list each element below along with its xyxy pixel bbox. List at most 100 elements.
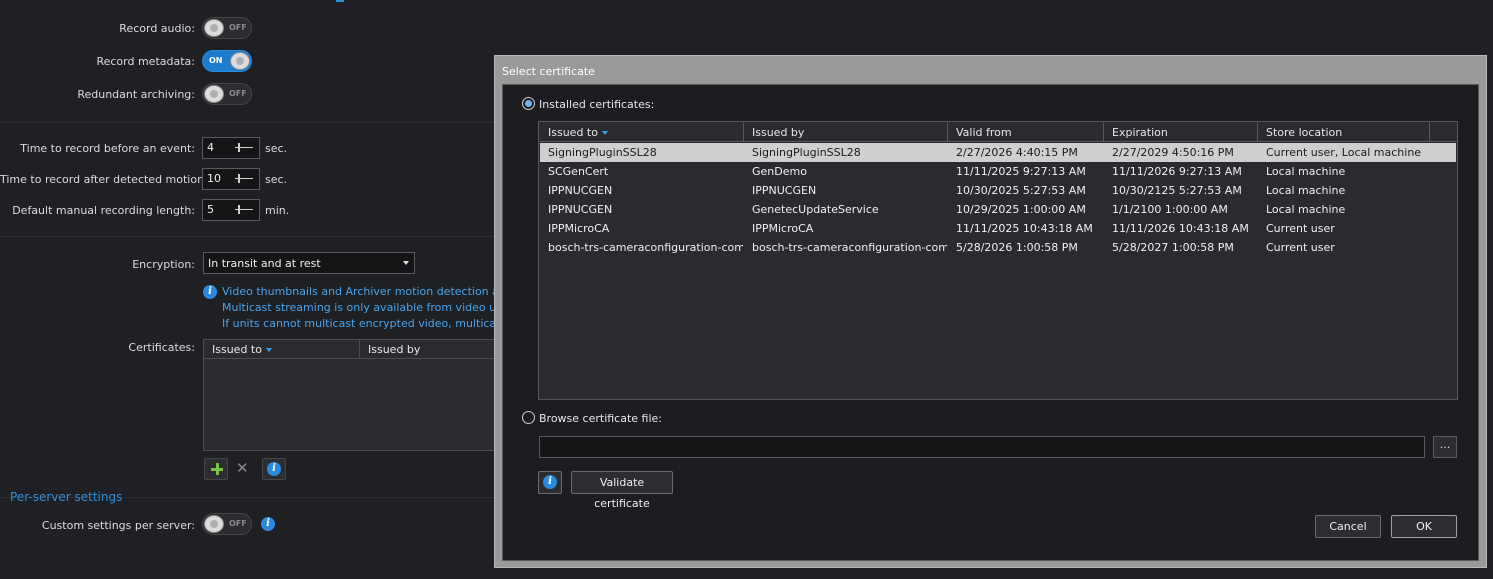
column-header-issued-by[interactable]: Issued by xyxy=(752,126,804,139)
cell-issued-by: GenetecUpdateService xyxy=(752,203,879,216)
certificate-info-button[interactable]: i xyxy=(262,458,286,480)
installed-certificates-radio[interactable] xyxy=(522,97,535,110)
table-row[interactable]: IPPNUCGEN GenetecUpdateService 10/29/202… xyxy=(540,200,1456,219)
cell-valid-from: 11/11/2025 10:43:18 AM xyxy=(956,222,1093,235)
toggle-knob xyxy=(204,515,224,533)
installed-certificates-grid[interactable]: Issued to Issued by Valid from Expiratio… xyxy=(538,121,1458,400)
table-row[interactable]: IPPMicroCA IPPMicroCA 11/11/2025 10:43:1… xyxy=(540,219,1456,238)
browse-button[interactable]: ... xyxy=(1433,436,1457,458)
cell-issued-by: GenDemo xyxy=(752,165,807,178)
column-header-issued-to[interactable]: Issued to xyxy=(548,126,608,139)
cell-valid-from: 11/11/2025 9:27:13 AM xyxy=(956,165,1086,178)
toggle-state: OFF xyxy=(229,519,247,528)
time-before-event-input[interactable]: 4 xyxy=(202,137,260,159)
manual-length-label: Default manual recording length: xyxy=(12,204,195,217)
cell-issued-to: SigningPluginSSL28 xyxy=(548,146,657,159)
redundant-archiving-toggle[interactable]: OFF xyxy=(202,83,252,105)
plus-icon xyxy=(211,463,223,475)
browse-certificate-radio[interactable] xyxy=(522,411,535,424)
time-after-motion-label: Time to record after detected motion: xyxy=(0,173,208,186)
certificates-grid[interactable]: Issued to Issued by xyxy=(203,339,503,451)
table-row[interactable]: SigningPluginSSL28 SigningPluginSSL28 2/… xyxy=(540,143,1456,162)
cancel-button[interactable]: Cancel xyxy=(1315,515,1381,538)
slider-icon[interactable] xyxy=(235,143,255,153)
column-header-store-location[interactable]: Store location xyxy=(1266,126,1342,139)
cell-expiration: 2/27/2029 4:50:16 PM xyxy=(1112,146,1234,159)
remove-certificate-button[interactable]: ✕ xyxy=(231,458,255,480)
cell-issued-by: IPPMicroCA xyxy=(752,222,814,235)
cell-valid-from: 10/30/2025 5:27:53 AM xyxy=(956,184,1086,197)
unit-label: min. xyxy=(265,204,290,217)
browse-certificate-label[interactable]: Browse certificate file: xyxy=(539,412,662,425)
toggle-knob xyxy=(204,85,224,103)
cell-expiration: 10/30/2125 5:27:53 AM xyxy=(1112,184,1242,197)
column-header-issued-to[interactable]: Issued to xyxy=(212,343,272,356)
column-separator xyxy=(947,122,948,142)
grid-header: Issued to Issued by xyxy=(204,340,502,359)
column-separator xyxy=(1257,122,1258,142)
add-certificate-button[interactable] xyxy=(204,458,228,480)
redundant-archiving-label: Redundant archiving: xyxy=(77,88,195,101)
link-fragment xyxy=(336,0,344,2)
column-separator xyxy=(359,340,360,359)
cell-issued-to: bosch-trs-cameraconfiguration-comn xyxy=(548,241,743,254)
cell-issued-by: IPPNUCGEN xyxy=(752,184,817,197)
help-button[interactable]: i xyxy=(538,471,562,494)
cell-expiration: 11/11/2026 10:43:18 AM xyxy=(1112,222,1249,235)
record-audio-label: Record audio: xyxy=(119,22,195,35)
custom-per-server-toggle[interactable]: OFF xyxy=(202,513,252,535)
ok-button[interactable]: OK xyxy=(1391,515,1457,538)
unit-label: sec. xyxy=(265,173,288,186)
chevron-down-icon xyxy=(403,261,409,265)
info-icon: i xyxy=(543,475,557,489)
cell-store-location: Local machine xyxy=(1266,165,1346,178)
info-line-3: If units cannot multicast encrypted vide… xyxy=(222,317,516,330)
column-header-valid-from[interactable]: Valid from xyxy=(956,126,1012,139)
slider-icon[interactable] xyxy=(235,205,255,215)
encryption-value: In transit and at rest xyxy=(208,257,321,270)
info-icon: i xyxy=(267,462,281,476)
toggle-state: ON xyxy=(209,56,223,65)
validate-certificate-button[interactable]: Validate certificate xyxy=(571,471,673,510)
record-metadata-toggle[interactable]: ON xyxy=(202,50,252,72)
cell-issued-to: SCGenCert xyxy=(548,165,609,178)
dialog-title: Select certificate xyxy=(502,65,595,78)
table-row[interactable]: bosch-trs-cameraconfiguration-comn bosch… xyxy=(540,238,1456,257)
divider xyxy=(0,122,500,123)
column-header-expiration[interactable]: Expiration xyxy=(1112,126,1168,139)
manual-length-input[interactable]: 5 xyxy=(202,199,260,221)
record-audio-toggle[interactable]: OFF xyxy=(202,17,252,39)
info-icon[interactable]: i xyxy=(261,517,275,531)
divider xyxy=(0,236,500,237)
sort-down-icon xyxy=(601,131,608,135)
column-separator xyxy=(743,122,744,142)
time-before-event-value: 4 xyxy=(207,141,214,154)
cell-issued-to: IPPMicroCA xyxy=(548,222,610,235)
grid-header: Issued to Issued by Valid from Expiratio… xyxy=(539,122,1457,142)
cell-valid-from: 2/27/2026 4:40:15 PM xyxy=(956,146,1078,159)
slider-icon[interactable] xyxy=(235,174,255,184)
table-row[interactable]: SCGenCert GenDemo 11/11/2025 9:27:13 AM … xyxy=(540,162,1456,181)
time-after-motion-input[interactable]: 10 xyxy=(202,168,260,190)
cell-issued-to: IPPNUCGEN xyxy=(548,184,613,197)
toggle-knob xyxy=(230,52,250,70)
cell-store-location: Local machine xyxy=(1266,203,1346,216)
sort-down-icon xyxy=(265,348,272,352)
cell-issued-by: bosch-trs-cameraconfiguration-comn xyxy=(752,241,947,254)
certificate-file-input[interactable] xyxy=(539,436,1425,458)
cell-expiration: 1/1/2100 1:00:00 AM xyxy=(1112,203,1228,216)
cell-issued-by: SigningPluginSSL28 xyxy=(752,146,861,159)
cell-store-location: Current user xyxy=(1266,241,1335,254)
time-after-motion-value: 10 xyxy=(207,172,221,185)
table-row[interactable]: IPPNUCGEN IPPNUCGEN 10/30/2025 5:27:53 A… xyxy=(540,181,1456,200)
encryption-select[interactable]: In transit and at rest xyxy=(203,252,415,274)
info-line-1: Video thumbnails and Archiver motion det… xyxy=(222,285,510,298)
column-header-issued-by[interactable]: Issued by xyxy=(368,343,420,356)
encryption-label: Encryption: xyxy=(132,258,195,271)
info-line-2: Multicast streaming is only available fr… xyxy=(222,301,517,314)
cell-valid-from: 5/28/2026 1:00:58 PM xyxy=(956,241,1078,254)
unit-label: sec. xyxy=(265,142,288,155)
time-before-event-label: Time to record before an event: xyxy=(20,142,195,155)
cell-valid-from: 10/29/2025 1:00:00 AM xyxy=(956,203,1086,216)
installed-certificates-label[interactable]: Installed certificates: xyxy=(539,98,654,111)
